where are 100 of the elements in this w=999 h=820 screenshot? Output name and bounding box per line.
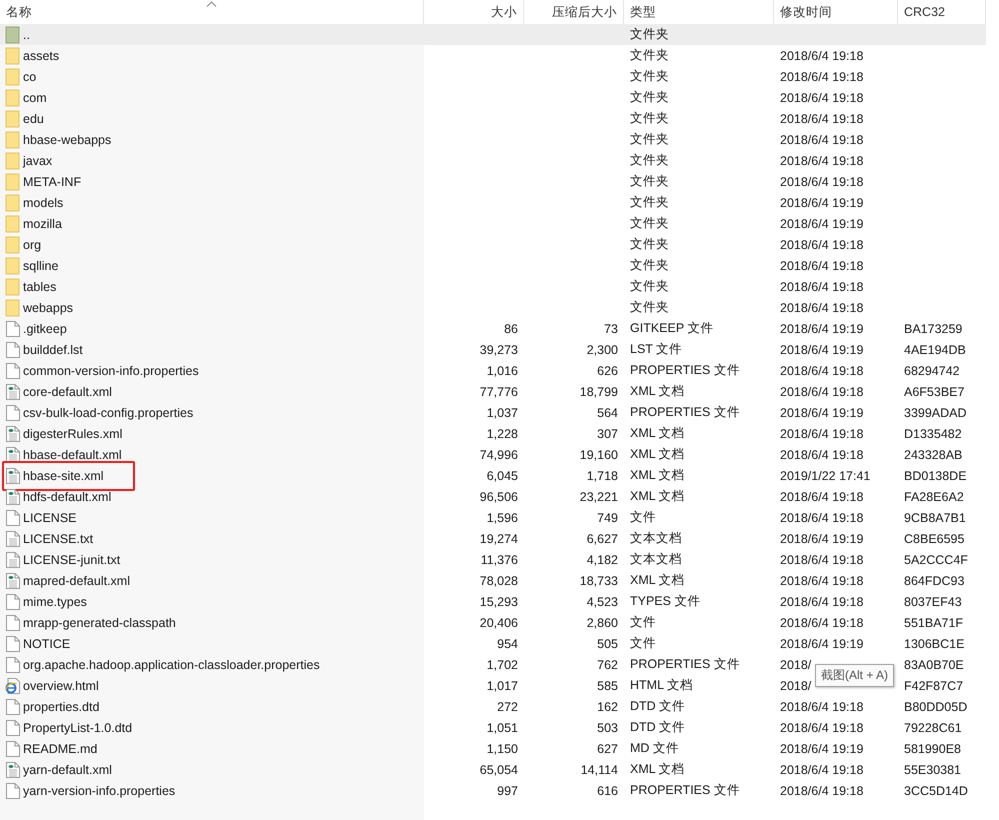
type-cell: PROPERTIES 文件 <box>630 782 740 799</box>
date-cell: 2019/1/22 17:41 <box>780 468 870 482</box>
packed-size-cell: 73 <box>604 322 618 336</box>
file-icon <box>5 740 21 758</box>
folder-icon <box>5 130 21 148</box>
date-cell: 2018/6/4 19:18 <box>780 616 864 630</box>
file-name: mapred-default.xml <box>23 574 130 588</box>
size-cell: 78,028 <box>480 574 518 588</box>
size-cell: 39,273 <box>480 342 518 356</box>
file-name: overview.html <box>23 678 99 692</box>
date-cell: 2018/6/4 19:19 <box>780 342 864 356</box>
type-cell: 文件夹 <box>630 278 669 295</box>
xml-file-icon <box>5 760 21 778</box>
crc-cell: FA28E6A2 <box>904 490 964 504</box>
file-name: mrapp-generated-classpath <box>23 616 176 630</box>
size-cell: 20,406 <box>480 616 518 630</box>
date-cell: 2018/6/4 19:18 <box>780 574 864 588</box>
type-cell: 文件夹 <box>630 257 669 274</box>
packed-size-cell: 4,182 <box>586 552 618 566</box>
type-cell: HTML 文档 <box>630 677 694 694</box>
file-name: mime.types <box>23 594 87 608</box>
folder-icon <box>5 68 21 86</box>
file-name: tables <box>23 280 56 294</box>
crc-cell: BA173259 <box>904 322 962 336</box>
folder-icon <box>5 46 21 64</box>
file-icon <box>5 320 21 338</box>
date-cell: 2018/6/4 19:18 <box>780 426 864 440</box>
date-cell: 2018/6/4 19:18 <box>780 552 864 566</box>
crc-cell: D1335482 <box>904 426 962 440</box>
size-cell: 6,045 <box>486 468 518 482</box>
crc-cell: 79228C61 <box>904 720 962 734</box>
file-name: common-version-info.properties <box>23 364 199 378</box>
packed-size-cell: 4,523 <box>586 594 618 608</box>
size-cell: 19,274 <box>480 532 518 546</box>
file-name: README.md <box>23 742 98 756</box>
type-cell: 文件夹 <box>630 131 669 148</box>
type-cell: 文件夹 <box>630 299 669 316</box>
file-name: co <box>23 70 36 84</box>
file-name: org <box>23 238 42 252</box>
xml-file-icon <box>5 382 21 400</box>
file-name: LICENSE <box>23 510 76 524</box>
size-cell: 65,054 <box>480 762 518 776</box>
date-cell: 2018/6/4 19:18 <box>780 384 864 398</box>
crc-cell: 8037EF43 <box>904 594 962 608</box>
packed-size-cell: 6,627 <box>586 532 618 546</box>
crc-cell: 68294742 <box>904 364 960 378</box>
packed-size-cell: 307 <box>597 426 618 440</box>
file-name: javax <box>23 154 52 168</box>
date-cell: 2018/6/4 19:18 <box>780 784 864 798</box>
type-cell: 文件夹 <box>630 89 669 106</box>
type-cell: 文件 <box>630 635 656 652</box>
crc-cell: B80DD05D <box>904 700 968 714</box>
date-cell: 2018/6/4 19:18 <box>780 300 864 314</box>
file-name: LICENSE.txt <box>23 532 94 546</box>
folder-icon <box>5 256 21 274</box>
packed-size-cell: 18,733 <box>580 574 618 588</box>
packed-size-cell: 585 <box>597 678 618 692</box>
date-cell: 2018/6/4 19:18 <box>780 132 864 146</box>
type-cell: 文件夹 <box>630 173 669 190</box>
date-cell: 2018/6/4 19:18 <box>780 720 864 734</box>
file-icon <box>5 718 21 736</box>
packed-size-cell: 14,114 <box>580 762 618 776</box>
type-cell: 文本文档 <box>630 530 682 547</box>
packed-size-cell: 2,860 <box>586 616 618 630</box>
date-cell: 2018/6/4 19:18 <box>780 112 864 126</box>
type-cell: DTD 文件 <box>630 719 686 736</box>
date-cell: 2018/ <box>780 658 812 672</box>
size-cell: 11,376 <box>480 552 518 566</box>
packed-size-cell: 18,799 <box>580 384 618 398</box>
packed-size-cell: 19,160 <box>580 448 618 462</box>
crc-cell: 3CC5D14D <box>904 784 968 798</box>
folder-icon <box>5 172 21 190</box>
date-cell: 2018/6/4 19:19 <box>780 406 864 420</box>
size-cell: 96,506 <box>480 490 518 504</box>
file-name: hbase-default.xml <box>23 448 122 462</box>
type-cell: PROPERTIES 文件 <box>630 404 740 421</box>
date-cell: 2018/6/4 19:19 <box>780 216 864 230</box>
crc-cell: 83A0B70E <box>904 658 964 672</box>
packed-size-cell: 23,221 <box>580 490 618 504</box>
date-cell: 2018/6/4 19:18 <box>780 238 864 252</box>
file-name: sqlline <box>23 258 58 272</box>
date-cell: 2018/6/4 19:19 <box>780 196 864 210</box>
type-cell: XML 文档 <box>630 761 685 778</box>
date-cell: 2018/6/4 19:19 <box>780 742 864 756</box>
xml-file-icon <box>5 446 21 464</box>
file-name: NOTICE <box>23 636 70 650</box>
selected-row[interactable]: .. 文件夹 <box>0 24 986 45</box>
file-icon <box>5 508 21 526</box>
type-cell: XML 文档 <box>630 467 685 484</box>
date-cell: 2018/ <box>780 678 812 692</box>
type-cell: 文件 <box>630 509 656 526</box>
type-cell: 文件夹 <box>630 152 669 169</box>
folder-icon <box>5 194 21 212</box>
crc-cell: 3399ADAD <box>904 406 967 420</box>
size-cell: 1,150 <box>486 742 518 756</box>
type-cell: 文件夹 <box>630 215 669 232</box>
file-name: csv-bulk-load-config.properties <box>23 406 194 420</box>
folder-icon <box>5 110 21 128</box>
crc-cell: 551BA71F <box>904 616 964 630</box>
size-cell: 1,702 <box>486 658 518 672</box>
